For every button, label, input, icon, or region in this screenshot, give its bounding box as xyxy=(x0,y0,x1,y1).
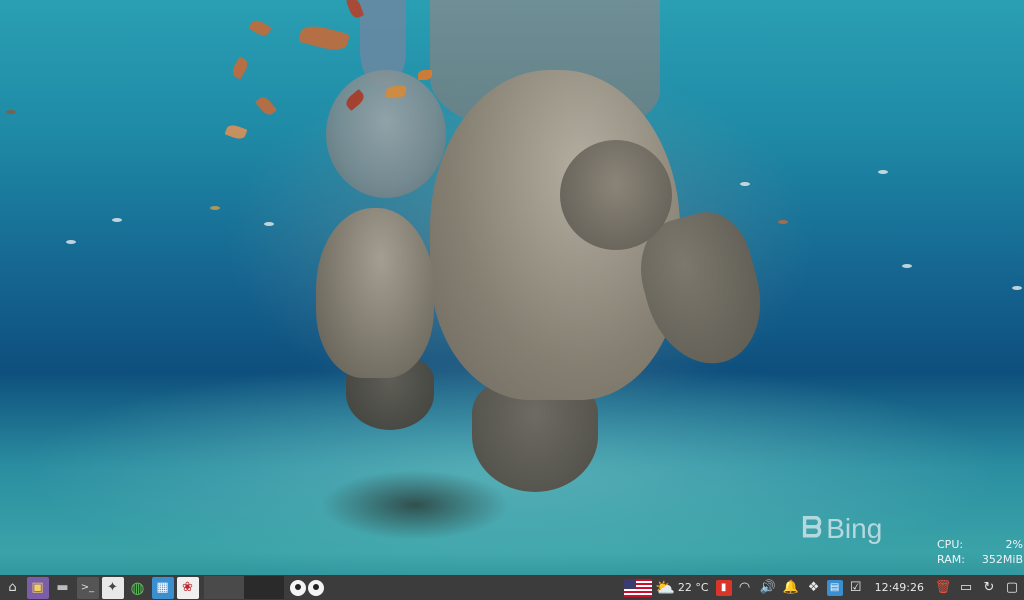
manatee-large-snout xyxy=(560,140,672,250)
cherry-icon[interactable]: ❀ xyxy=(176,576,199,599)
fish xyxy=(210,206,220,210)
leaf xyxy=(254,94,278,118)
weather-partly-cloudy-icon[interactable]: ⛅ xyxy=(655,578,675,598)
clock[interactable]: 12:49:26 xyxy=(875,581,924,594)
cpu-value: 2% xyxy=(1005,538,1023,551)
leaf xyxy=(386,86,406,98)
leaf xyxy=(224,122,248,142)
bing-watermark-text: Bing xyxy=(826,512,883,544)
keyboard-layout-flag-icon[interactable] xyxy=(623,578,652,597)
fish xyxy=(878,170,888,174)
display-icon[interactable]: ▢ xyxy=(1002,578,1022,598)
ram-value: 352MiB xyxy=(981,553,1023,566)
taskbar: ⌂ ▣ ▬ >_ ✦ ◍ ▦ ❀ ⛅ 22 °C ▮ ◠ 🔊 🔔 ❖ ▤ ☑ 1… xyxy=(0,575,1024,600)
system-monitor: CPU: 2% RAM: 352MiB xyxy=(937,537,1023,567)
seafloor-rock xyxy=(320,470,510,540)
eye-right xyxy=(308,579,324,596)
terminal-icon[interactable]: >_ xyxy=(76,576,99,599)
system-tray: ⛅ 22 °C ▮ ◠ 🔊 🔔 ❖ ▤ ☑ 12:49:26 🗑 ▭ ↻ ▢ xyxy=(623,575,1024,600)
fish xyxy=(740,182,750,186)
settings-icon[interactable]: ✦ xyxy=(101,576,124,599)
fish xyxy=(112,218,122,222)
leaf xyxy=(298,22,350,54)
cpu-row: CPU: 2% xyxy=(937,537,1023,552)
bing-logo-icon: ᗷ xyxy=(802,512,823,543)
xeyes-icon xyxy=(290,579,324,596)
leaf xyxy=(229,56,251,80)
image-viewer-icon[interactable]: ▦ xyxy=(151,576,174,599)
ram-row: RAM: 352MiB xyxy=(937,552,1023,567)
ram-label: RAM: xyxy=(937,553,965,566)
globe-icon[interactable]: ◍ xyxy=(127,577,149,599)
bing-watermark: ᗷ Bing xyxy=(802,512,882,545)
desktop: ᗷ Bing CPU: 2% RAM: 352MiB ⌂ ▣ ▬ >_ ✦ ◍ … xyxy=(0,0,1024,600)
home-icon[interactable]: ⌂ xyxy=(2,577,24,599)
fish xyxy=(264,222,274,226)
notification-bell-icon[interactable]: 🔔 xyxy=(781,578,801,598)
drive-icon[interactable]: ▭ xyxy=(956,578,976,598)
volume-icon[interactable]: 🔊 xyxy=(758,578,778,598)
fish xyxy=(6,110,16,114)
fish xyxy=(1012,286,1022,290)
tasks-icon[interactable]: ☑ xyxy=(846,578,866,598)
fish xyxy=(66,240,76,244)
workspace-1[interactable] xyxy=(204,576,244,599)
wifi-icon[interactable]: ◠ xyxy=(735,578,755,598)
launcher-area: ⌂ ▣ ▬ >_ ✦ ◍ ▦ ❀ xyxy=(0,575,324,600)
workspace-2[interactable] xyxy=(244,576,284,599)
app-menu-icon[interactable]: ▣ xyxy=(26,576,49,599)
fish xyxy=(902,264,912,268)
manatee-small xyxy=(316,208,434,378)
leaf xyxy=(418,70,432,80)
red-app-icon[interactable]: ▮ xyxy=(715,579,732,596)
folder-icon[interactable]: ▬ xyxy=(52,577,74,599)
weather-temperature[interactable]: 22 °C xyxy=(678,581,709,594)
update-icon[interactable]: ↻ xyxy=(979,578,999,598)
eye-left xyxy=(290,579,306,596)
fish xyxy=(778,220,788,224)
leaf xyxy=(248,17,272,39)
trash-icon[interactable]: 🗑 xyxy=(933,578,953,598)
cpu-label: CPU: xyxy=(937,538,964,551)
dropbox-icon[interactable]: ❖ xyxy=(804,578,824,598)
notes-icon[interactable]: ▤ xyxy=(826,579,843,596)
